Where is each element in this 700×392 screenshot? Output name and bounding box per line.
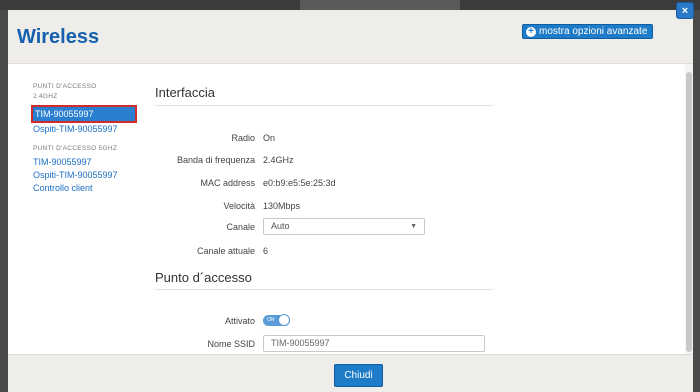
plus-circle-icon: + <box>526 26 536 37</box>
attivato-label: Attivato <box>224 316 255 326</box>
section-divider <box>155 289 493 290</box>
content-panel: Interfaccia Radio On Banda di frequenza … <box>155 64 683 374</box>
canale-select[interactable]: Auto ▼ <box>263 218 425 235</box>
sidebar-item-ospiti-5[interactable]: Ospiti-TIM-90055997 <box>8 169 148 182</box>
mac-address-label: MAC address <box>200 178 255 188</box>
content-scrollbar[interactable] <box>685 64 693 356</box>
sidebar-item-tim-5[interactable]: TIM-90055997 <box>8 156 148 169</box>
sidebar-section-24ghz: PUNTI D'ACCESSO <box>33 83 97 90</box>
banda-value: 2.4GHz <box>263 155 294 165</box>
sidebar: PUNTI D'ACCESSO 2.4GHZ TIM-90055997 Ospi… <box>8 64 148 195</box>
chiudi-button[interactable]: Chiudi <box>334 364 383 387</box>
canale-attuale-value: 6 <box>263 246 269 256</box>
ssid-input[interactable]: TIM-90055997 <box>263 335 485 352</box>
modal-header: Wireless + mostra opzioni avanzate <box>8 10 693 64</box>
canale-select-value: Auto <box>271 221 290 231</box>
toggle-on-text: ON <box>267 317 275 323</box>
mac-address-value: e0:b9:e5:5e:25:3d <box>263 178 336 188</box>
toggle-knob <box>278 314 290 326</box>
section-divider <box>155 105 493 106</box>
attivato-toggle[interactable]: ON <box>263 314 290 326</box>
chevron-down-icon: ▼ <box>410 223 417 230</box>
sidebar-item-tim-24[interactable]: TIM-90055997 <box>31 105 137 123</box>
canale-label: Canale <box>226 222 255 232</box>
canale-attuale-label: Canale attuale <box>196 246 255 256</box>
sidebar-section-5ghz: PUNTI D'ACCESSO 5GHZ <box>33 145 118 152</box>
advanced-options-button[interactable]: + mostra opzioni avanzate <box>522 24 654 39</box>
velocita-value: 130Mbps <box>263 201 301 211</box>
advanced-options-label: mostra opzioni avanzate <box>539 26 648 37</box>
ssid-input-value: TIM-90055997 <box>271 338 330 348</box>
radio-value: On <box>263 133 276 143</box>
modal-footer: Chiudi <box>8 354 693 392</box>
sidebar-item-ospiti-24[interactable]: Ospiti-TIM-90055997 <box>8 123 148 136</box>
radio-label: Radio <box>231 133 255 143</box>
section-title-interfaccia: Interfaccia <box>155 85 215 100</box>
page-title: Wireless <box>17 26 100 48</box>
scrollbar-thumb[interactable] <box>686 72 692 352</box>
wireless-modal: Wireless + mostra opzioni avanzate PUNTI… <box>8 10 693 392</box>
sidebar-item-controllo-client[interactable]: Controllo client <box>8 182 148 195</box>
close-icon[interactable]: × <box>676 2 694 19</box>
sidebar-section-24ghz-sub: 2.4GHZ <box>33 93 58 100</box>
velocita-label: Velocità <box>223 201 255 211</box>
background-overlay <box>0 0 700 10</box>
ssid-label: Nome SSID <box>207 339 255 349</box>
section-title-punto-accesso: Punto d´accesso <box>155 270 252 285</box>
banda-label: Banda di frequenza <box>176 155 255 165</box>
background-overlay-accent <box>300 0 460 10</box>
